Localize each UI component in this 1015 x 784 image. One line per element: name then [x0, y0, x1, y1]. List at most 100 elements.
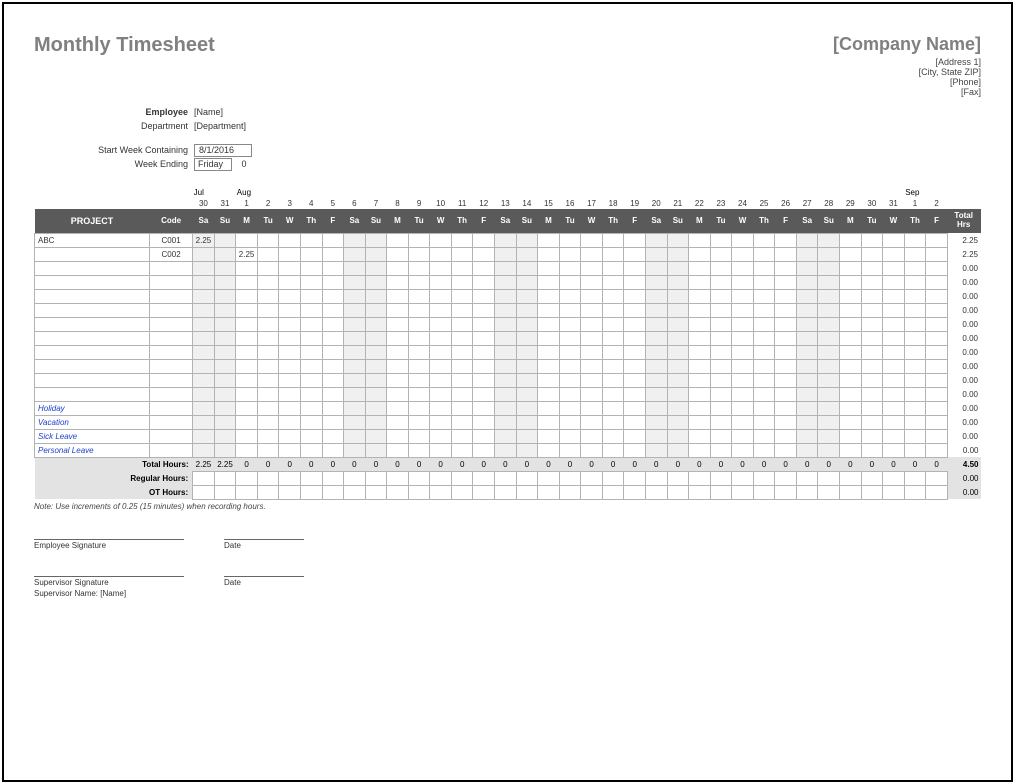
- hours-cell[interactable]: [689, 247, 711, 261]
- hours-cell[interactable]: [645, 387, 667, 401]
- hours-cell[interactable]: [689, 261, 711, 275]
- hours-cell[interactable]: [904, 289, 926, 303]
- hours-cell[interactable]: [257, 373, 279, 387]
- hours-cell[interactable]: [775, 289, 797, 303]
- totals-cell[interactable]: [775, 485, 797, 499]
- totals-cell[interactable]: [732, 485, 754, 499]
- hours-cell[interactable]: [796, 317, 818, 331]
- hours-cell[interactable]: [861, 345, 883, 359]
- hours-cell[interactable]: [840, 289, 862, 303]
- hours-cell[interactable]: [344, 275, 366, 289]
- hours-cell[interactable]: [473, 387, 495, 401]
- hours-cell[interactable]: [732, 275, 754, 289]
- hours-cell[interactable]: [365, 415, 387, 429]
- hours-cell[interactable]: [624, 233, 646, 247]
- hours-cell[interactable]: [516, 359, 538, 373]
- employee-value[interactable]: [Name]: [194, 107, 223, 117]
- hours-cell[interactable]: [322, 233, 344, 247]
- hours-cell[interactable]: [451, 359, 473, 373]
- hours-cell[interactable]: [300, 415, 322, 429]
- hours-cell[interactable]: [387, 275, 409, 289]
- hours-cell[interactable]: [214, 275, 236, 289]
- hours-cell[interactable]: [559, 317, 581, 331]
- hours-cell[interactable]: [322, 401, 344, 415]
- hours-cell[interactable]: [559, 415, 581, 429]
- hours-cell[interactable]: [408, 373, 430, 387]
- project-cell[interactable]: [35, 289, 150, 303]
- totals-cell[interactable]: [861, 485, 883, 499]
- hours-cell[interactable]: [581, 247, 603, 261]
- hours-cell[interactable]: [559, 345, 581, 359]
- hours-cell[interactable]: [344, 415, 366, 429]
- hours-cell[interactable]: [667, 247, 689, 261]
- hours-cell[interactable]: [581, 275, 603, 289]
- hours-cell[interactable]: [495, 373, 517, 387]
- hours-cell[interactable]: [753, 443, 775, 457]
- hours-cell[interactable]: [516, 415, 538, 429]
- hours-cell[interactable]: [473, 247, 495, 261]
- hours-cell[interactable]: [753, 415, 775, 429]
- hours-cell[interactable]: [451, 401, 473, 415]
- hours-cell[interactable]: [926, 275, 948, 289]
- code-cell[interactable]: [150, 345, 193, 359]
- hours-cell[interactable]: [214, 233, 236, 247]
- hours-cell[interactable]: [796, 387, 818, 401]
- hours-cell[interactable]: [818, 331, 840, 345]
- hours-cell[interactable]: [753, 317, 775, 331]
- hours-cell[interactable]: [257, 443, 279, 457]
- hours-cell[interactable]: [236, 345, 258, 359]
- hours-cell[interactable]: [408, 275, 430, 289]
- hours-cell[interactable]: [689, 289, 711, 303]
- hours-cell[interactable]: [236, 275, 258, 289]
- hours-cell[interactable]: [214, 387, 236, 401]
- hours-cell[interactable]: [516, 373, 538, 387]
- hours-cell[interactable]: [538, 317, 560, 331]
- hours-cell[interactable]: [344, 317, 366, 331]
- hours-cell[interactable]: [559, 373, 581, 387]
- hours-cell[interactable]: [451, 387, 473, 401]
- code-cell[interactable]: [150, 401, 193, 415]
- week-ending-input[interactable]: Friday: [194, 158, 232, 171]
- hours-cell[interactable]: [387, 261, 409, 275]
- hours-cell[interactable]: [926, 359, 948, 373]
- code-cell[interactable]: [150, 275, 193, 289]
- code-cell[interactable]: C002: [150, 247, 193, 261]
- hours-cell[interactable]: [430, 275, 452, 289]
- totals-cell[interactable]: [300, 471, 322, 485]
- totals-cell[interactable]: [559, 485, 581, 499]
- hours-cell[interactable]: [236, 233, 258, 247]
- hours-cell[interactable]: [861, 443, 883, 457]
- hours-cell[interactable]: [193, 387, 215, 401]
- hours-cell[interactable]: [710, 429, 732, 443]
- hours-cell[interactable]: [796, 345, 818, 359]
- hours-cell[interactable]: [322, 303, 344, 317]
- totals-cell[interactable]: [840, 485, 862, 499]
- hours-cell[interactable]: [559, 331, 581, 345]
- hours-cell[interactable]: [624, 261, 646, 275]
- hours-cell[interactable]: [624, 429, 646, 443]
- code-cell[interactable]: [150, 331, 193, 345]
- hours-cell[interactable]: [753, 233, 775, 247]
- hours-cell[interactable]: [365, 359, 387, 373]
- hours-cell[interactable]: [344, 303, 366, 317]
- hours-cell[interactable]: [904, 247, 926, 261]
- hours-cell[interactable]: [279, 401, 301, 415]
- totals-cell[interactable]: [840, 471, 862, 485]
- hours-cell[interactable]: [365, 317, 387, 331]
- hours-cell[interactable]: [516, 289, 538, 303]
- hours-cell[interactable]: [753, 247, 775, 261]
- hours-cell[interactable]: [473, 443, 495, 457]
- hours-cell[interactable]: [538, 247, 560, 261]
- hours-cell[interactable]: [602, 331, 624, 345]
- hours-cell[interactable]: [193, 443, 215, 457]
- project-cell[interactable]: [35, 373, 150, 387]
- hours-cell[interactable]: [645, 289, 667, 303]
- hours-cell[interactable]: [430, 303, 452, 317]
- hours-cell[interactable]: [689, 443, 711, 457]
- hours-cell[interactable]: [473, 331, 495, 345]
- hours-cell[interactable]: [559, 443, 581, 457]
- hours-cell[interactable]: [753, 289, 775, 303]
- hours-cell[interactable]: [538, 331, 560, 345]
- code-cell[interactable]: [150, 443, 193, 457]
- hours-cell[interactable]: [279, 317, 301, 331]
